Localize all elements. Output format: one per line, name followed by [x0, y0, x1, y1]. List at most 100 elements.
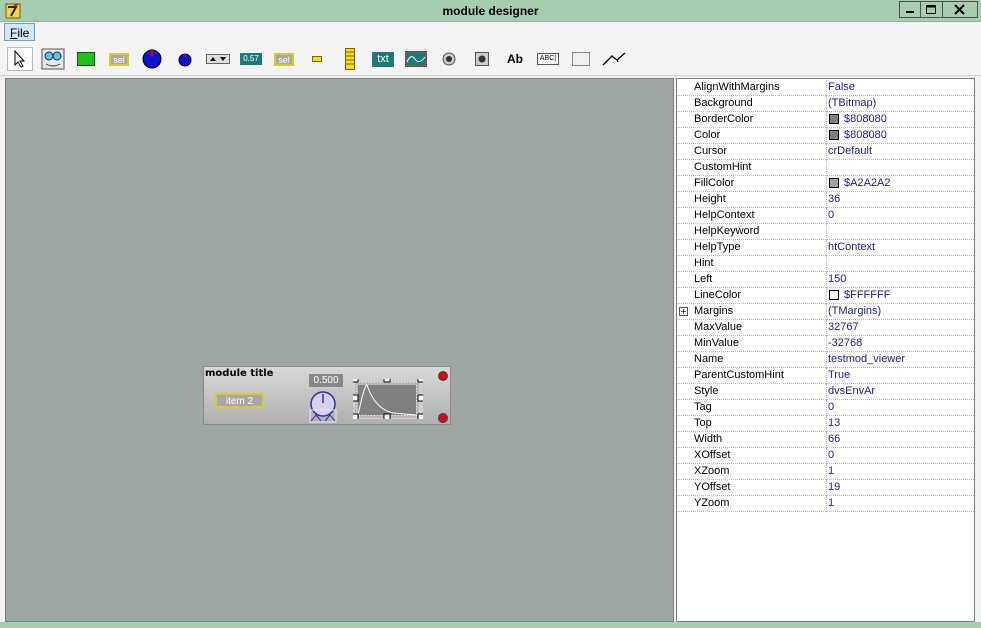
- face-icon: [41, 48, 65, 70]
- property-value[interactable]: -32768: [828, 337, 862, 349]
- module-knob-icon[interactable]: [308, 391, 338, 423]
- text-tool[interactable]: txt: [370, 47, 396, 71]
- property-row-linecolor[interactable]: LineColor $FFFFFF: [677, 288, 974, 304]
- property-row-cursor[interactable]: Cursor crDefault: [677, 144, 974, 160]
- property-row-hint[interactable]: Hint: [677, 256, 974, 272]
- property-divider: [826, 256, 828, 272]
- property-value[interactable]: (TMargins): [828, 305, 881, 317]
- selector-tool[interactable]: sel: [106, 47, 132, 71]
- property-row-fillcolor[interactable]: FillColor $A2A2A2: [677, 176, 974, 192]
- minimize-button[interactable]: [899, 1, 921, 18]
- menu-file[interactable]: File: [4, 23, 36, 41]
- property-value[interactable]: 1: [828, 465, 834, 477]
- property-row-background[interactable]: Background (TBitmap): [677, 96, 974, 112]
- face-tool[interactable]: [40, 47, 66, 71]
- menu-file-label: ile: [17, 26, 30, 40]
- edit-tool[interactable]: ABC|: [535, 47, 561, 71]
- maximize-button[interactable]: [921, 1, 943, 18]
- led-icon: [312, 56, 322, 62]
- module-panel[interactable]: module title item 2 0.500: [203, 366, 451, 425]
- property-row-helpkeyword[interactable]: HelpKeyword: [677, 224, 974, 240]
- property-value[interactable]: $808080: [844, 113, 887, 125]
- label-tool[interactable]: Ab: [502, 47, 528, 71]
- property-value[interactable]: True: [828, 369, 850, 381]
- expand-icon[interactable]: +: [679, 307, 688, 316]
- property-value[interactable]: 1: [828, 497, 834, 509]
- property-row-tag[interactable]: Tag 0: [677, 400, 974, 416]
- property-row-left[interactable]: Left 150: [677, 272, 974, 288]
- property-value[interactable]: 0: [828, 209, 834, 221]
- property-row-style[interactable]: Style dvsEnvAr: [677, 384, 974, 400]
- button-tool[interactable]: [436, 47, 462, 71]
- selector-icon: sel: [109, 52, 129, 66]
- property-value[interactable]: crDefault: [828, 145, 872, 157]
- property-value[interactable]: 0: [828, 449, 834, 461]
- line-tool[interactable]: [601, 47, 627, 71]
- property-divider: [826, 224, 828, 240]
- property-row-minvalue[interactable]: MinValue -32768: [677, 336, 974, 352]
- property-value[interactable]: $808080: [844, 129, 887, 141]
- property-value[interactable]: 19: [828, 481, 840, 493]
- button2-tool[interactable]: [469, 47, 495, 71]
- property-name: BorderColor: [694, 113, 754, 125]
- property-value[interactable]: 150: [828, 273, 846, 285]
- property-value[interactable]: 36: [828, 193, 840, 205]
- pointer-tool[interactable]: [7, 47, 33, 71]
- property-row-alignwithmargins[interactable]: AlignWithMargins False: [677, 80, 974, 96]
- property-value[interactable]: 66: [828, 433, 840, 445]
- property-row-helpcontext[interactable]: HelpContext 0: [677, 208, 974, 224]
- property-row-maxvalue[interactable]: MaxValue 32767: [677, 320, 974, 336]
- property-value[interactable]: $FFFFFF: [844, 289, 890, 301]
- property-value[interactable]: 32767: [828, 321, 859, 333]
- module-title[interactable]: module title: [205, 368, 273, 379]
- module-envelope-viewer[interactable]: [353, 379, 423, 419]
- property-name: Style: [694, 385, 719, 397]
- property-row-color[interactable]: Color $808080: [677, 128, 974, 144]
- selector2-tool[interactable]: sel: [271, 47, 297, 71]
- graph-tool[interactable]: [403, 47, 429, 71]
- slider-tool[interactable]: [337, 47, 363, 71]
- property-row-xoffset[interactable]: XOffset 0: [677, 448, 974, 464]
- property-value[interactable]: 0: [828, 401, 834, 413]
- property-row-top[interactable]: Top 13: [677, 416, 974, 432]
- property-name: LineColor: [694, 289, 742, 301]
- property-row-name[interactable]: Name testmod_viewer: [677, 352, 974, 368]
- property-row-customhint[interactable]: CustomHint: [677, 160, 974, 176]
- module-item-selector[interactable]: item 2: [215, 393, 264, 408]
- module-value-display[interactable]: 0.500: [309, 374, 343, 387]
- property-value[interactable]: (TBitmap): [828, 97, 876, 109]
- edit-icon: ABC|: [537, 53, 559, 65]
- property-divider: [826, 160, 828, 176]
- property-divider: [826, 112, 828, 128]
- led-tool[interactable]: [304, 47, 330, 71]
- property-row-parentcustomhint[interactable]: ParentCustomHint True: [677, 368, 974, 384]
- property-row-height[interactable]: Height 36: [677, 192, 974, 208]
- property-row-helptype[interactable]: HelpType htContext: [677, 240, 974, 256]
- property-name: FillColor: [694, 177, 735, 189]
- property-value[interactable]: htContext: [828, 241, 875, 253]
- property-row-bordercolor[interactable]: BorderColor $808080: [677, 112, 974, 128]
- property-value[interactable]: False: [828, 81, 855, 93]
- numeric-display-tool[interactable]: 0.57: [238, 47, 264, 71]
- property-row-yzoom[interactable]: YZoom 1: [677, 496, 974, 512]
- property-row-margins[interactable]: + Margins (TMargins): [677, 304, 974, 320]
- close-button[interactable]: [943, 1, 978, 18]
- property-row-width[interactable]: Width 66: [677, 432, 974, 448]
- property-value[interactable]: testmod_viewer: [828, 353, 905, 365]
- module-led-top[interactable]: [438, 371, 448, 381]
- module-led-bottom[interactable]: [438, 413, 448, 423]
- box-tool[interactable]: [568, 47, 594, 71]
- property-name: HelpKeyword: [694, 225, 760, 237]
- updown-tool[interactable]: [205, 47, 231, 71]
- property-value[interactable]: dvsEnvAr: [828, 385, 875, 397]
- property-value[interactable]: 13: [828, 417, 840, 429]
- property-value[interactable]: $A2A2A2: [844, 177, 890, 189]
- knob-tool[interactable]: [139, 47, 165, 71]
- updown-icon: [206, 54, 230, 64]
- panel-tool[interactable]: [73, 47, 99, 71]
- property-row-xzoom[interactable]: XZoom 1: [677, 464, 974, 480]
- design-canvas[interactable]: module title item 2 0.500: [5, 78, 674, 622]
- property-row-yoffset[interactable]: YOffset 19: [677, 480, 974, 496]
- small-knob-tool[interactable]: [172, 47, 198, 71]
- window-bottom-border: [0, 622, 981, 628]
